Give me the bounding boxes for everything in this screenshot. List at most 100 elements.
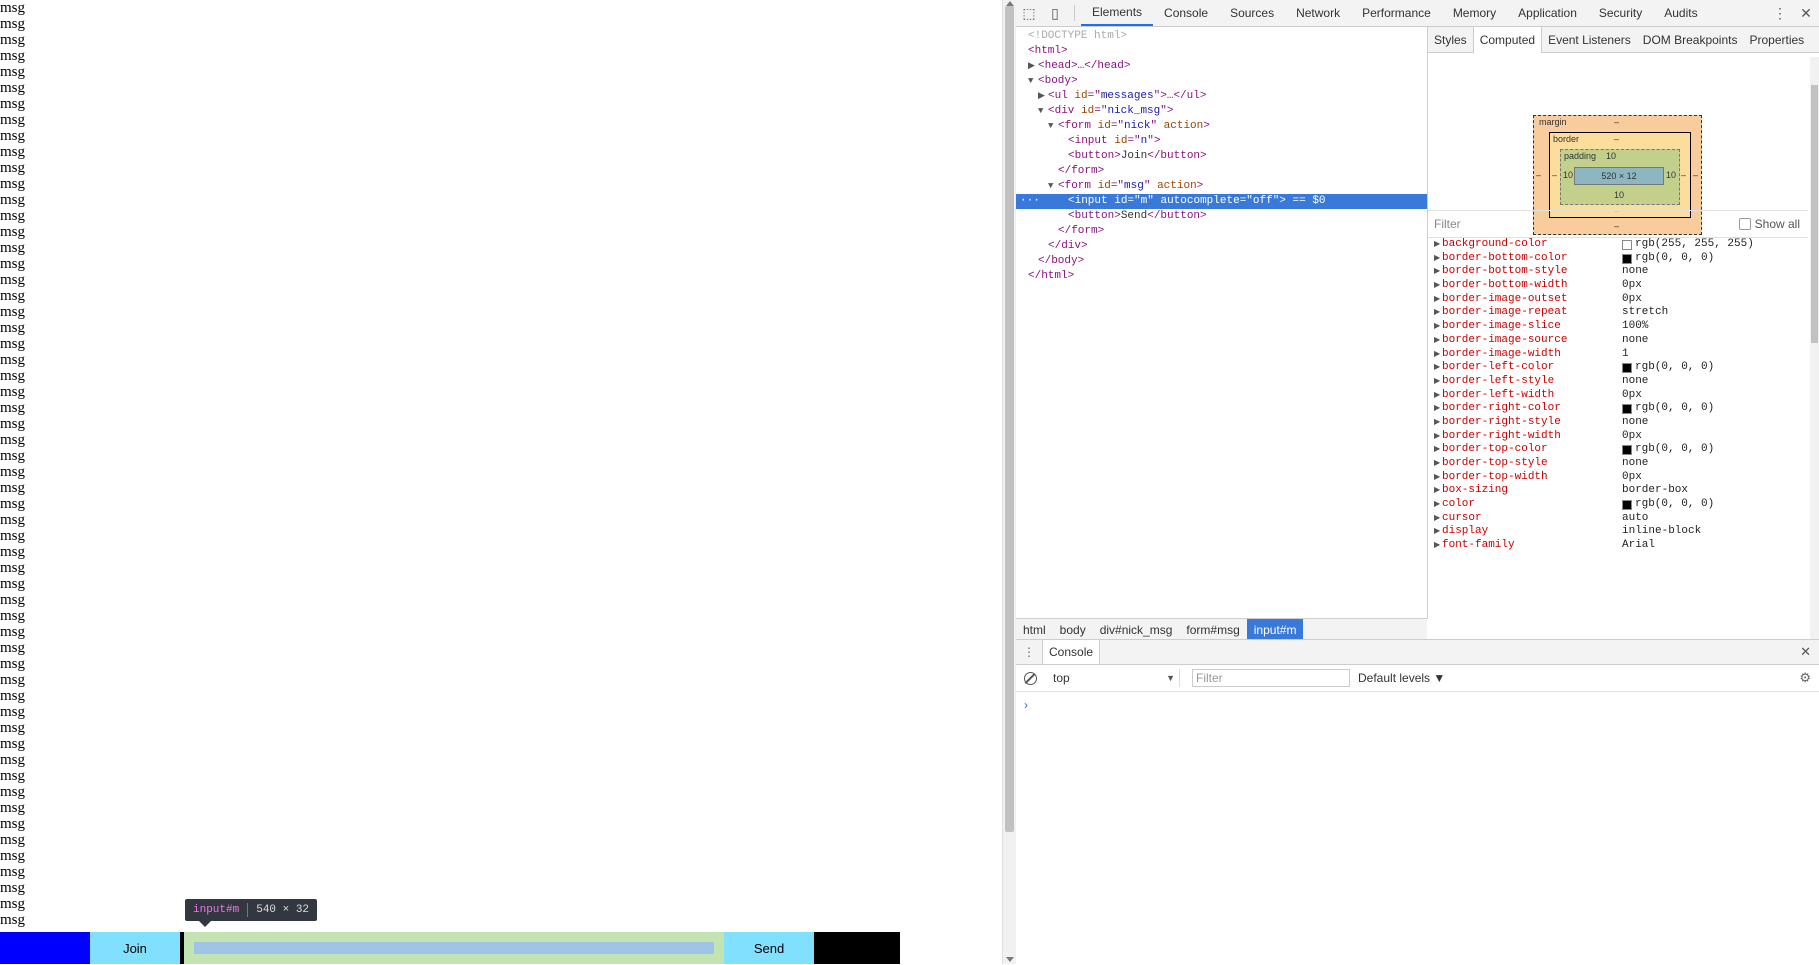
dom-head[interactable]: ▶ <head>…</head> (1016, 59, 1427, 74)
expand-triangle-icon[interactable]: ▶ (1434, 498, 1440, 512)
expand-triangle-icon[interactable]: ▶ (1434, 484, 1440, 498)
console-prompt[interactable]: › (1024, 698, 1028, 712)
drawer-tab-console[interactable]: Console (1042, 640, 1101, 664)
tab-application[interactable]: Application (1507, 0, 1588, 26)
sidebar-scrollbar[interactable] (1810, 57, 1819, 639)
tab-network[interactable]: Network (1285, 0, 1351, 26)
dom-doctype[interactable]: <!DOCTYPE html> (1016, 29, 1427, 44)
dom-html-close[interactable]: </html> (1016, 269, 1427, 284)
show-all-toggle[interactable]: Show all (1738, 217, 1800, 231)
close-drawer-icon[interactable]: ✕ (1800, 644, 1811, 660)
tab-security[interactable]: Security (1588, 0, 1653, 26)
computed-property-row[interactable]: ▶ border-right-color rgb(0, 0, 0) (1428, 402, 1808, 416)
dom-div-close[interactable]: </div> (1016, 239, 1427, 254)
breadcrumb-item[interactable]: html (1016, 619, 1053, 640)
message-input[interactable] (184, 932, 724, 964)
computed-property-row[interactable]: ▶ border-image-outset 0px (1428, 293, 1808, 307)
computed-property-row[interactable]: ▶ border-image-width 1 (1428, 348, 1808, 362)
breadcrumb-item[interactable]: form#msg (1179, 619, 1246, 640)
computed-property-row[interactable]: ▶ border-top-width 0px (1428, 471, 1808, 485)
color-swatch[interactable] (1622, 253, 1632, 264)
dom-input-m-selected[interactable]: ··· <input id="m" autocomplete="off"> == … (1016, 194, 1427, 209)
dom-button-join[interactable]: <button>Join</button> (1016, 149, 1427, 164)
expand-triangle-icon[interactable]: ▶ (1434, 443, 1440, 457)
breadcrumb-item[interactable]: div#nick_msg (1093, 619, 1180, 640)
expand-triangle-icon[interactable]: ▶ (1434, 306, 1440, 320)
log-levels-dropdown[interactable]: Default levels ▼ (1358, 671, 1445, 685)
computed-property-row[interactable]: ▶ border-image-repeat stretch (1428, 306, 1808, 320)
expand-triangle-icon[interactable]: ▶ (1434, 238, 1440, 252)
computed-filter-input[interactable]: Filter (1434, 217, 1739, 231)
tab-sources[interactable]: Sources (1219, 0, 1285, 26)
tab-audits[interactable]: Audits (1653, 0, 1708, 26)
expand-triangle-icon[interactable]: ▶ (1434, 293, 1440, 307)
kebab-menu-icon[interactable]: ⋮ (1767, 0, 1793, 26)
computed-property-row[interactable]: ▶ border-right-style none (1428, 416, 1808, 430)
console-filter-input[interactable]: Filter (1192, 669, 1350, 687)
sidebar-tab-computed[interactable]: Computed (1472, 26, 1543, 53)
computed-property-row[interactable]: ▶ border-right-width 0px (1428, 430, 1808, 444)
collapse-triangle-icon[interactable]: ▼ (1048, 179, 1058, 194)
color-swatch[interactable] (1622, 363, 1632, 374)
computed-property-row[interactable]: ▶ border-image-source none (1428, 334, 1808, 348)
ellipsis-icon[interactable]: ··· (1020, 194, 1040, 209)
collapse-triangle-icon[interactable]: ▼ (1028, 74, 1038, 89)
dom-form-close[interactable]: </form> (1016, 224, 1427, 239)
computed-property-row[interactable]: ▶ cursor auto (1428, 512, 1808, 526)
computed-property-row[interactable]: ▶ background-color rgb(255, 255, 255) (1428, 238, 1808, 252)
color-swatch[interactable] (1622, 499, 1632, 510)
computed-property-row[interactable]: ▶ border-left-color rgb(0, 0, 0) (1428, 361, 1808, 375)
color-swatch[interactable] (1622, 239, 1632, 250)
dom-html[interactable]: <html> (1016, 44, 1427, 59)
tab-console[interactable]: Console (1153, 0, 1219, 26)
computed-property-row[interactable]: ▶ border-bottom-width 0px (1428, 279, 1808, 293)
scroll-down-icon[interactable] (1006, 957, 1014, 962)
expand-triangle-icon[interactable]: ▶ (1038, 89, 1048, 104)
color-swatch[interactable] (1622, 404, 1632, 415)
expand-triangle-icon[interactable]: ▶ (1434, 252, 1440, 266)
expand-triangle-icon[interactable]: ▶ (1434, 457, 1440, 471)
expand-triangle-icon[interactable]: ▶ (1434, 320, 1440, 334)
gear-icon[interactable]: ⚙ (1799, 670, 1811, 686)
expand-triangle-icon[interactable]: ▶ (1434, 525, 1440, 539)
expand-triangle-icon[interactable]: ▶ (1434, 402, 1440, 416)
computed-property-row[interactable]: ▶ border-top-style none (1428, 457, 1808, 471)
dom-button-send[interactable]: <button>Send</button> (1016, 209, 1427, 224)
computed-property-row[interactable]: ▶ box-sizing border-box (1428, 484, 1808, 498)
expand-triangle-icon[interactable]: ▶ (1028, 59, 1038, 74)
breadcrumb-item[interactable]: body (1053, 619, 1093, 640)
tab-elements[interactable]: Elements (1081, 0, 1154, 26)
breadcrumb-item[interactable]: input#m (1246, 619, 1304, 640)
join-button[interactable]: Join (90, 932, 180, 964)
nick-input[interactable] (0, 932, 90, 964)
sidebar-tab-styles[interactable]: Styles (1428, 27, 1473, 52)
collapse-triangle-icon[interactable]: ▼ (1038, 104, 1048, 119)
expand-triangle-icon[interactable]: ▶ (1434, 389, 1440, 403)
expand-triangle-icon[interactable]: ▶ (1434, 539, 1440, 553)
close-icon[interactable]: ✕ (1793, 0, 1819, 26)
sidebar-tab-dom-breakpoints[interactable]: DOM Breakpoints (1637, 27, 1744, 52)
computed-property-row[interactable]: ▶ border-bottom-style none (1428, 265, 1808, 279)
computed-property-row[interactable]: ▶ font-family Arial (1428, 539, 1808, 553)
computed-property-row[interactable]: ▶ border-image-slice 100% (1428, 320, 1808, 334)
computed-property-row[interactable]: ▶ border-left-width 0px (1428, 389, 1808, 403)
dom-form-close[interactable]: </form> (1016, 164, 1427, 179)
tab-performance[interactable]: Performance (1351, 0, 1442, 26)
dom-body-close[interactable]: </body> (1016, 254, 1427, 269)
dom-form-nick[interactable]: ▼ <form id="nick" action> (1016, 119, 1427, 134)
expand-triangle-icon[interactable]: ▶ (1434, 375, 1440, 389)
color-swatch[interactable] (1622, 445, 1632, 456)
dom-form-msg[interactable]: ▼ <form id="msg" action> (1016, 179, 1427, 194)
computed-property-row[interactable]: ▶ border-left-style none (1428, 375, 1808, 389)
computed-property-row[interactable]: ▶ display inline-block (1428, 525, 1808, 539)
device-toolbar-icon[interactable]: ▯ (1042, 0, 1068, 26)
expand-triangle-icon[interactable]: ▶ (1434, 512, 1440, 526)
dom-input-n[interactable]: <input id="n"> (1016, 134, 1427, 149)
expand-triangle-icon[interactable]: ▶ (1434, 471, 1440, 485)
computed-property-row[interactable]: ▶ border-bottom-color rgb(0, 0, 0) (1428, 252, 1808, 266)
page-scrollbar-thumb[interactable] (1005, 6, 1014, 832)
expand-triangle-icon[interactable]: ▶ (1434, 279, 1440, 293)
collapse-triangle-icon[interactable]: ▼ (1048, 119, 1058, 134)
show-all-checkbox[interactable] (1738, 218, 1751, 230)
inspect-element-icon[interactable]: ⬚ (1016, 0, 1042, 26)
